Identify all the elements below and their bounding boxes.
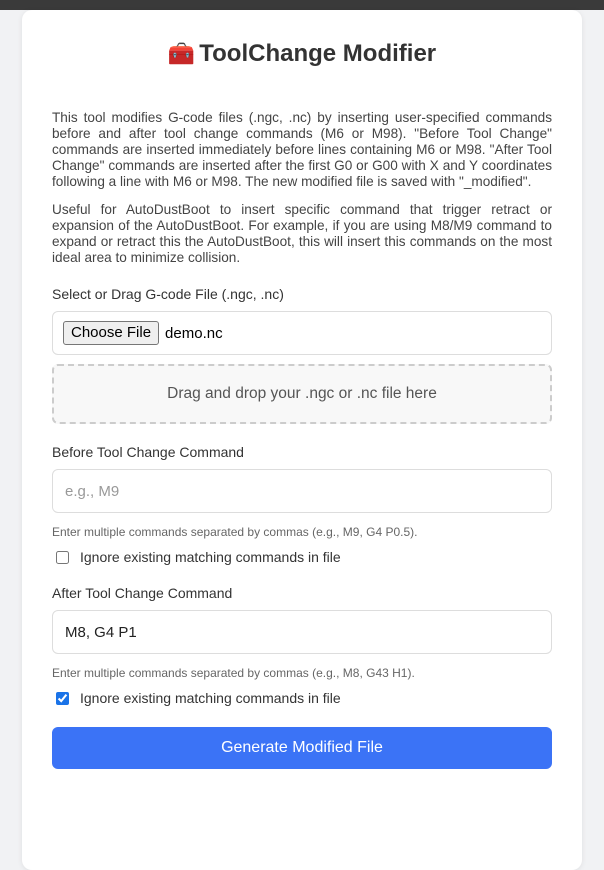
description-paragraph-1: This tool modifies G-code files (.ngc, .… <box>52 110 552 189</box>
file-dropzone[interactable]: Drag and drop your .ngc or .nc file here <box>52 364 552 424</box>
after-command-label: After Tool Change Command <box>52 585 233 601</box>
after-command-hint: Enter multiple commands separated by com… <box>52 666 415 680</box>
file-select-label: Select or Drag G-code File (.ngc, .nc) <box>52 286 284 302</box>
before-command-label: Before Tool Change Command <box>52 444 244 460</box>
after-ignore-label: Ignore existing matching commands in fil… <box>80 690 341 706</box>
choose-file-button[interactable]: Choose File <box>63 321 160 345</box>
page-title-text: ToolChange Modifier <box>199 40 437 67</box>
selected-file-name: demo.nc <box>165 324 223 342</box>
main-card: 🧰 ToolChange Modifier This tool modifies … <box>22 10 582 870</box>
file-input[interactable]: Choose File demo.nc <box>52 311 552 355</box>
page-title: 🧰 ToolChange Modifier <box>52 40 552 68</box>
before-command-input[interactable] <box>52 469 552 513</box>
before-command-hint: Enter multiple commands separated by com… <box>52 525 418 539</box>
toolbox-icon: 🧰 <box>167 41 196 66</box>
before-ignore-label: Ignore existing matching commands in fil… <box>80 549 341 565</box>
after-command-input[interactable] <box>52 610 552 654</box>
after-ignore-checkbox[interactable] <box>56 691 69 705</box>
before-ignore-row[interactable]: Ignore existing matching commands in fil… <box>52 549 552 565</box>
top-bar <box>0 0 604 10</box>
description-paragraph-2: Useful for AutoDustBoot to insert specif… <box>52 202 552 265</box>
after-ignore-row[interactable]: Ignore existing matching commands in fil… <box>52 690 552 706</box>
generate-modified-file-button[interactable]: Generate Modified File <box>52 727 552 769</box>
before-ignore-checkbox[interactable] <box>56 550 69 564</box>
dropzone-text: Drag and drop your .ngc or .nc file here <box>167 385 437 402</box>
